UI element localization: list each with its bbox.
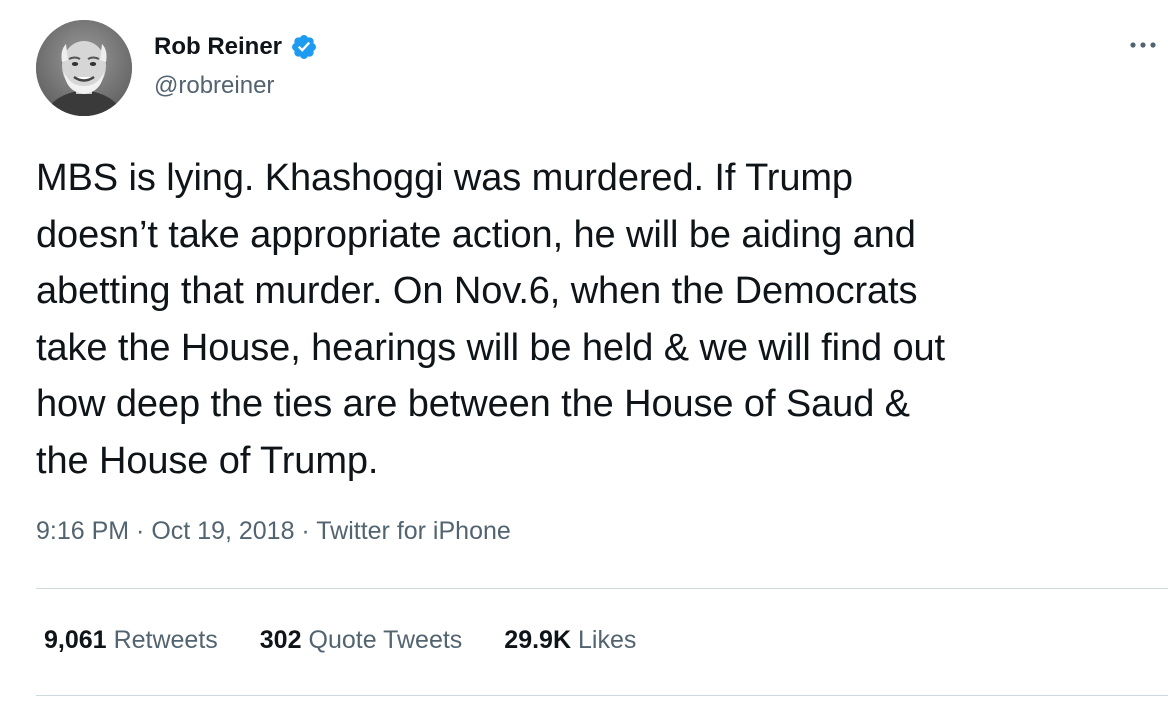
quote-tweets-label: Quote Tweets — [308, 626, 463, 654]
tweet-text-line: abetting that murder. On Nov.6, when the… — [36, 270, 918, 312]
profile-photo-icon — [36, 20, 132, 116]
tweet-text-line: MBS is lying. Khashoggi was murdered. If… — [36, 157, 853, 199]
divider — [36, 695, 1168, 696]
tweet-text-line: the House of Trump. — [36, 439, 379, 482]
tweet-text-line: how deep the ties are between the House … — [36, 383, 910, 425]
tweet-text-line: doesn’t take appropriate action, he will… — [36, 213, 916, 256]
retweets-label: Retweets — [113, 626, 218, 654]
tweet-text: MBS is lying. Khashoggi was murdered. If… — [36, 150, 1156, 489]
meta-separator: · — [129, 517, 152, 545]
author-display-name[interactable]: Rob Reiner — [154, 33, 282, 61]
tweet-source-link[interactable]: Twitter for iPhone — [316, 517, 511, 545]
verified-badge-icon — [292, 35, 316, 59]
author-handle[interactable]: @robreiner — [154, 72, 274, 100]
tweet-time-link[interactable]: 9:16 PM — [36, 517, 129, 545]
quote-tweets-count: 302 — [259, 626, 302, 654]
likes-label: Likes — [578, 626, 637, 654]
likes-count: 29.9K — [504, 626, 572, 654]
tweet-date-link[interactable]: Oct 19, 2018 — [151, 517, 294, 545]
meta-separator: · — [294, 517, 317, 545]
more-options-icon — [1130, 42, 1156, 48]
likes-stat-link[interactable]: 29.9K Likes — [504, 626, 636, 655]
retweets-stat-link[interactable]: 9,061 Retweets — [44, 626, 218, 655]
avatar[interactable] — [36, 20, 132, 116]
divider — [36, 588, 1168, 589]
tweet-card: Rob Reiner @robreiner MBS is lying. Khas… — [0, 0, 1168, 708]
author-name-row[interactable]: Rob Reiner — [154, 30, 318, 64]
retweets-count: 9,061 — [44, 626, 107, 654]
quote-tweets-stat-link[interactable]: 302 Quote Tweets — [260, 626, 463, 655]
more-options-button[interactable] — [1128, 30, 1158, 60]
tweet-stats: 9,061 Retweets 302 Quote Tweets 29.9K Likes — [44, 626, 678, 655]
tweet-text-line: take the House, hearings will be held & … — [36, 326, 946, 369]
tweet-meta: 9:16 PM · Oct 19, 2018 · Twitter for iPh… — [36, 517, 511, 546]
